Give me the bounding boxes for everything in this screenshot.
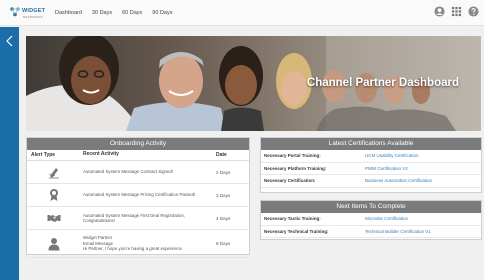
row-label: Necessary Tactic Training: — [264, 216, 321, 222]
nav-60-days[interactable]: 60 Days — [122, 10, 142, 16]
latest-certifications-panel: Latest Certifications Available Necessar… — [260, 137, 482, 193]
activity-text: Widget Partner Email Message Hi Partner,… — [83, 235, 182, 252]
table-row[interactable]: Widget Partner Email Message Hi Partner,… — [27, 230, 249, 258]
table-row: Necessary Certification: Business Automa… — [261, 175, 481, 188]
table-row: Necessary Tactic Training: Microsite Cer… — [261, 213, 481, 226]
activity-date: 2 Days — [216, 169, 231, 175]
activity-date: 3 Days — [216, 192, 231, 198]
table-row[interactable]: Automated System Message First Deal Regi… — [27, 207, 249, 230]
activity-text: Automated System Message Pricing Certifi… — [83, 192, 196, 198]
nav-dashboard[interactable]: Dashboard — [55, 10, 82, 16]
logo-mark-icon — [10, 7, 20, 17]
chevron-left-icon[interactable] — [5, 35, 14, 47]
table-row[interactable]: Automated System Message Contract Signed… — [27, 161, 249, 184]
row-label: Necessary Technical Training: — [264, 228, 329, 234]
table-row: Necessary Platform Training: PWM Certifi… — [261, 163, 481, 175]
row-label: Necessary Certification: — [264, 178, 316, 184]
hero-title: Channel Partner Dashboard — [306, 77, 459, 89]
certification-link[interactable]: Business Automation Certification — [365, 178, 432, 183]
nav-90-days[interactable]: 90 Days — [152, 10, 172, 16]
onboarding-activity-panel: Onboarding Activity Alert Type Recent Ac… — [26, 137, 250, 258]
row-label: Necessary Portal Training: — [264, 153, 321, 159]
activity-date: 6 Days — [216, 241, 231, 246]
widget-networks-logo[interactable]: WIDGET NETWORKS — [9, 6, 49, 22]
certification-link[interactable]: UCM Usability Certification — [365, 153, 419, 158]
activity-text: Automated System Message First Deal Regi… — [83, 212, 186, 224]
table-row[interactable]: Automated System Message Pricing Certifi… — [27, 184, 249, 207]
help-icon[interactable] — [468, 6, 479, 17]
next-items-panel: Next Items To Complete Necessary Tactic … — [260, 200, 482, 240]
logo-subtitle: NETWORKS — [23, 15, 43, 19]
table-row: Necessary Technical Training: Technical … — [261, 226, 481, 238]
table-row: Necessary Portal Training: UCM Usability… — [261, 150, 481, 163]
nav-30-days[interactable]: 30 Days — [92, 10, 112, 16]
sidebar — [0, 27, 19, 280]
top-nav: Dashboard 30 Days 60 Days 90 Days — [55, 0, 182, 26]
row-label: Necessary Platform Training: — [264, 165, 327, 171]
certification-link[interactable]: PWM Certification V2 — [365, 166, 408, 171]
next-items-panel-title: Next Items To Complete — [261, 201, 481, 213]
onboarding-panel-title: Onboarding Activity — [27, 138, 249, 150]
pen-signature-icon — [48, 168, 59, 179]
activity-date: 4 Days — [216, 215, 231, 221]
hero-banner: Channel Partner Dashboard — [26, 36, 481, 131]
top-bar: WIDGET NETWORKS Dashboard 30 Days 60 Day… — [0, 0, 484, 26]
app-grid-icon[interactable] — [451, 6, 462, 17]
col-alert-type: Alert Type — [31, 152, 56, 158]
certification-link[interactable]: Technical Builder Certification V1 — [365, 229, 431, 234]
certification-link[interactable]: Microsite Certification — [365, 216, 408, 221]
activity-text: Automated System Message Contract Signed… — [83, 169, 174, 175]
person-icon — [48, 237, 59, 250]
user-avatar-icon[interactable] — [434, 6, 445, 17]
col-recent-activity: Recent Activity — [83, 151, 119, 158]
handshake-icon — [47, 215, 60, 222]
top-icons — [428, 6, 479, 17]
col-date: Date — [216, 152, 227, 158]
award-ribbon-icon — [49, 189, 58, 201]
logo-name: WIDGET — [22, 8, 46, 14]
certifications-panel-title: Latest Certifications Available — [261, 138, 481, 150]
onboarding-table-header: Alert Type Recent Activity Date — [27, 150, 249, 161]
